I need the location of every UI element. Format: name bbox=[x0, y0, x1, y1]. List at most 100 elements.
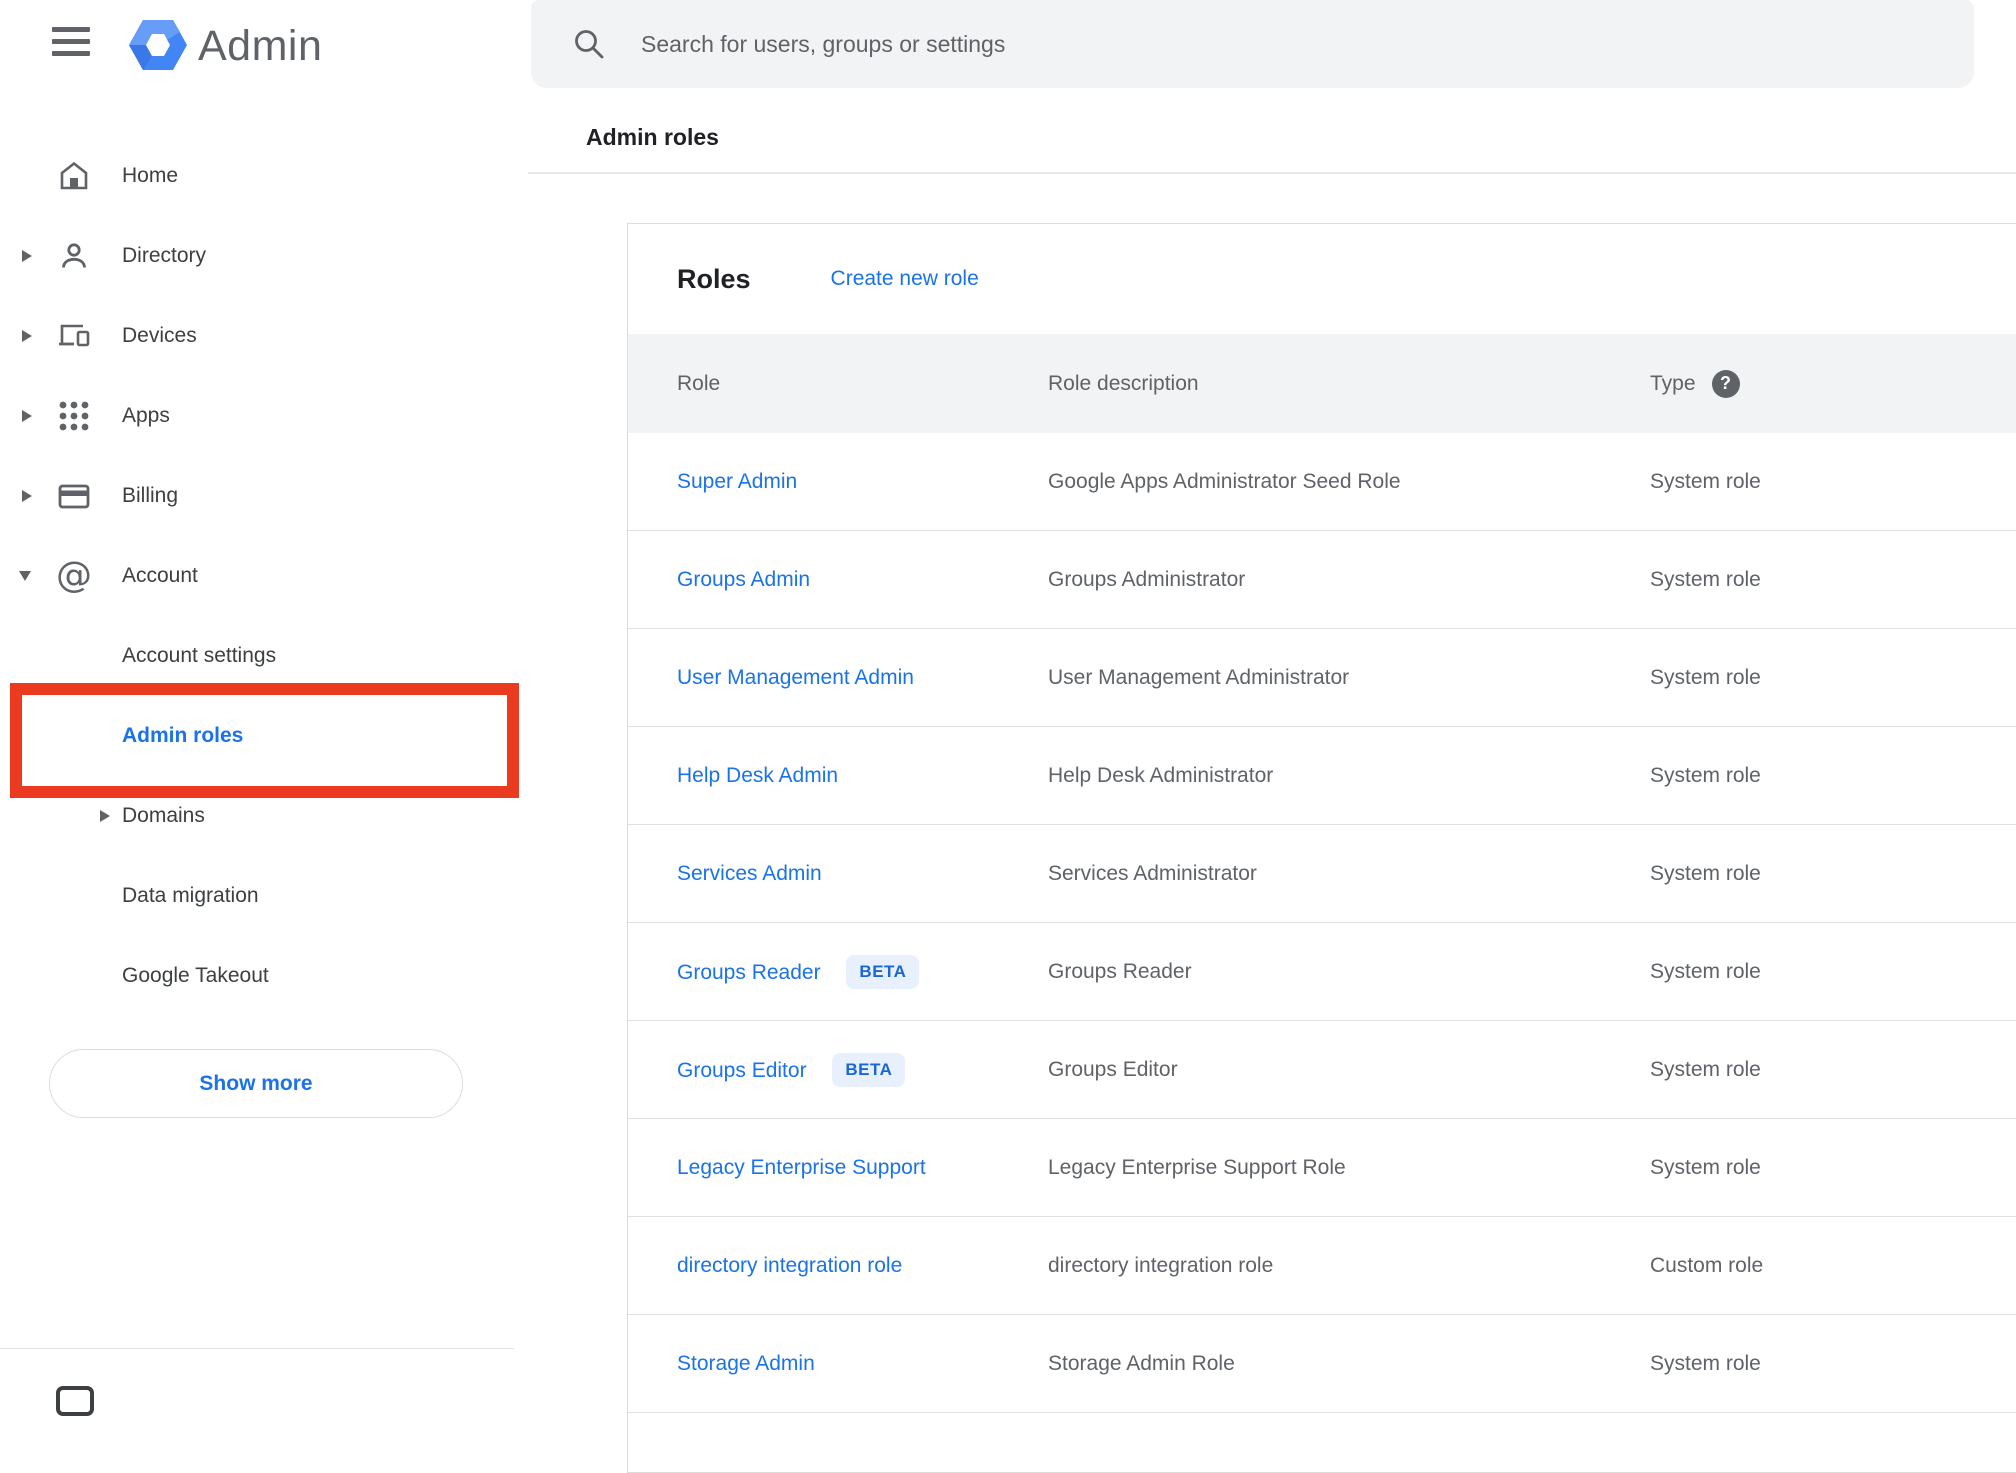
role-description: Google Apps Administrator Seed Role bbox=[1048, 469, 1401, 493]
sidebar-item-label: Admin roles bbox=[122, 724, 244, 747]
sidebar-nav: Home Directory Devices Apps Billing @ Ac… bbox=[0, 136, 514, 1016]
person-icon bbox=[56, 238, 92, 274]
sidebar-item-label: Home bbox=[122, 164, 179, 187]
role-link[interactable]: Super Admin bbox=[677, 470, 797, 493]
credit-card-icon bbox=[56, 478, 92, 514]
table-row: Super Admin Google Apps Administrator Se… bbox=[628, 433, 2016, 531]
role-description: Groups Editor bbox=[1048, 1057, 1178, 1081]
beta-badge: BETA bbox=[846, 954, 920, 989]
column-header-type-label: Type bbox=[1650, 371, 1696, 395]
app-title: Admin bbox=[198, 22, 323, 70]
role-type: System role bbox=[1650, 1155, 1761, 1179]
role-type: System role bbox=[1650, 665, 1761, 689]
beta-badge: BETA bbox=[832, 1052, 906, 1087]
breadcrumb: Admin roles bbox=[586, 124, 719, 150]
table-row: directory integration role directory int… bbox=[628, 1217, 2016, 1315]
column-header-type: Type ? bbox=[1650, 369, 2016, 398]
sidebar-item-directory[interactable]: Directory bbox=[0, 216, 514, 296]
table-row: Groups Editor BETA Groups Editor System … bbox=[628, 1021, 2016, 1119]
role-type: System role bbox=[1650, 1351, 1761, 1375]
role-description: Groups Administrator bbox=[1048, 567, 1246, 591]
table-row: Storage Admin Storage Admin Role System … bbox=[628, 1315, 2016, 1413]
sidebar: Admin Home Directory Devices Apps Billin… bbox=[0, 0, 514, 1416]
role-description: Storage Admin Role bbox=[1048, 1351, 1235, 1375]
admin-console-page: { "app": { "brand": "Admin" }, "search":… bbox=[0, 0, 2016, 1473]
role-description: Help Desk Administrator bbox=[1048, 763, 1274, 787]
expand-arrow-icon[interactable] bbox=[22, 410, 32, 422]
search-icon bbox=[571, 26, 607, 67]
sidebar-item-admin-roles[interactable]: Admin roles bbox=[0, 696, 514, 776]
table-header-row: Role Role description Type ? bbox=[628, 334, 2016, 433]
column-header-role: Role bbox=[677, 371, 721, 395]
at-sign-icon: @ bbox=[56, 555, 92, 596]
sidebar-item-devices[interactable]: Devices bbox=[0, 296, 514, 376]
sidebar-section-divider bbox=[0, 1348, 514, 1349]
sidebar-item-home[interactable]: Home bbox=[0, 136, 514, 216]
sidebar-item-label: Account bbox=[122, 564, 198, 587]
column-header-description: Role description bbox=[1048, 371, 1199, 395]
table-row: Services Admin Services Administrator Sy… bbox=[628, 825, 2016, 923]
role-link[interactable]: User Management Admin bbox=[677, 666, 914, 689]
sidebar-item-apps[interactable]: Apps bbox=[0, 376, 514, 456]
sidebar-item-google-takeout[interactable]: Google Takeout bbox=[0, 936, 514, 1016]
cutoff-sidebar-icon bbox=[56, 1386, 94, 1416]
role-type: System role bbox=[1650, 861, 1761, 885]
sidebar-item-account-settings[interactable]: Account settings bbox=[0, 616, 514, 696]
sidebar-item-label: Data migration bbox=[122, 884, 259, 907]
devices-icon bbox=[56, 318, 92, 354]
table-row: Legacy Enterprise Support Legacy Enterpr… bbox=[628, 1119, 2016, 1217]
sidebar-item-account[interactable]: @ Account bbox=[0, 536, 514, 616]
role-type: System role bbox=[1650, 567, 1761, 591]
home-icon bbox=[56, 158, 92, 194]
role-type: Custom role bbox=[1650, 1253, 1764, 1277]
role-link[interactable]: Groups Editor bbox=[677, 1059, 807, 1082]
role-type: System role bbox=[1650, 959, 1761, 983]
role-link[interactable]: Help Desk Admin bbox=[677, 764, 838, 787]
expand-arrow-icon[interactable] bbox=[22, 490, 32, 502]
role-link[interactable]: Storage Admin bbox=[677, 1352, 815, 1375]
show-more-button[interactable]: Show more bbox=[49, 1049, 463, 1118]
header-divider bbox=[528, 172, 2016, 174]
sidebar-item-label: Google Takeout bbox=[122, 964, 269, 987]
role-type: System role bbox=[1650, 763, 1761, 787]
expand-arrow-icon[interactable] bbox=[100, 810, 110, 822]
role-description: Groups Reader bbox=[1048, 959, 1192, 983]
admin-logo-icon bbox=[128, 18, 188, 77]
search-bar[interactable] bbox=[531, 0, 1974, 88]
sidebar-item-label: Account settings bbox=[122, 644, 277, 667]
search-input[interactable] bbox=[641, 0, 1921, 88]
table-row: Groups Admin Groups Administrator System… bbox=[628, 531, 2016, 629]
help-icon[interactable]: ? bbox=[1711, 369, 1740, 398]
role-description: directory integration role bbox=[1048, 1253, 1274, 1277]
main-menu-icon[interactable] bbox=[52, 27, 90, 57]
role-link[interactable]: Groups Reader bbox=[677, 961, 821, 984]
role-type: System role bbox=[1650, 469, 1761, 493]
expand-arrow-icon[interactable] bbox=[22, 330, 32, 342]
page-title: Roles bbox=[677, 263, 751, 294]
create-new-role-link[interactable]: Create new role bbox=[831, 267, 979, 291]
role-description: User Management Administrator bbox=[1048, 665, 1350, 689]
role-type: System role bbox=[1650, 1057, 1761, 1081]
roles-card-header: Roles Create new role bbox=[628, 224, 2016, 334]
sidebar-item-label: Domains bbox=[122, 804, 205, 827]
table-row: Groups Reader BETA Groups Reader System … bbox=[628, 923, 2016, 1021]
role-link[interactable]: directory integration role bbox=[677, 1254, 902, 1277]
sidebar-item-billing[interactable]: Billing bbox=[0, 456, 514, 536]
apps-grid-icon bbox=[56, 398, 92, 434]
role-description: Legacy Enterprise Support Role bbox=[1048, 1155, 1346, 1179]
sidebar-item-label: Devices bbox=[122, 324, 197, 347]
role-description: Services Administrator bbox=[1048, 861, 1257, 885]
table-row: Help Desk Admin Help Desk Administrator … bbox=[628, 727, 2016, 825]
roles-card: Roles Create new role Role Role descript… bbox=[627, 223, 2016, 1473]
role-link[interactable]: Services Admin bbox=[677, 862, 822, 885]
role-link[interactable]: Legacy Enterprise Support bbox=[677, 1156, 926, 1179]
sidebar-item-label: Apps bbox=[122, 404, 170, 427]
sidebar-item-domains[interactable]: Domains bbox=[0, 776, 514, 856]
role-link[interactable]: Groups Admin bbox=[677, 568, 810, 591]
sidebar-item-label: Directory bbox=[122, 244, 207, 267]
expand-arrow-icon[interactable] bbox=[22, 250, 32, 262]
sidebar-item-label: Billing bbox=[122, 484, 179, 507]
collapse-arrow-icon[interactable] bbox=[19, 571, 31, 581]
sidebar-item-data-migration[interactable]: Data migration bbox=[0, 856, 514, 936]
table-row: User Management Admin User Management Ad… bbox=[628, 629, 2016, 727]
